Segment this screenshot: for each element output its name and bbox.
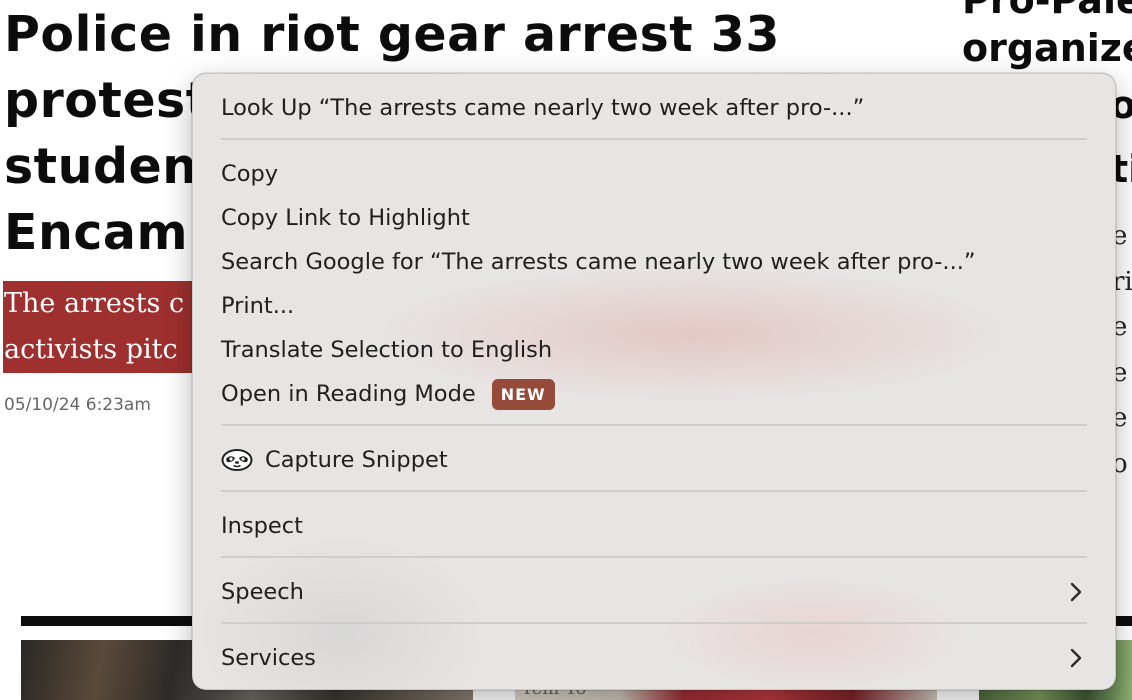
menu-item-copy-link-to-highlight[interactable]: Copy Link to Highlight bbox=[221, 201, 1087, 235]
menu-item-capture-snippet[interactable]: Capture Snippet bbox=[221, 443, 1087, 477]
menu-item-translate[interactable]: Translate Selection to English bbox=[221, 333, 1087, 367]
menu-item-label: Copy bbox=[221, 161, 279, 187]
menu-item-label: Inspect bbox=[221, 513, 303, 539]
menu-item-look-up[interactable]: Look Up “The arrests came nearly two wee… bbox=[221, 91, 1087, 125]
menu-item-print[interactable]: Print... bbox=[221, 289, 1087, 323]
article-timestamp: 05/10/24 6:23am bbox=[4, 395, 151, 415]
menu-item-label: Print... bbox=[221, 293, 295, 319]
menu-item-label: Open in Reading Mode bbox=[221, 381, 476, 407]
menu-item-label: Speech bbox=[221, 579, 304, 605]
menu-item-inspect[interactable]: Inspect bbox=[221, 509, 1087, 543]
side-headline-line-2: organize bbox=[962, 26, 1132, 70]
chevron-right-icon bbox=[1065, 647, 1087, 669]
menu-item-label: Translate Selection to English bbox=[221, 337, 553, 363]
menu-item-open-reading-mode[interactable]: Open in Reading Mode NEW bbox=[221, 377, 1087, 411]
menu-separator bbox=[221, 622, 1087, 624]
menu-item-label: Search Google for “The arrests came near… bbox=[221, 249, 976, 275]
menu-item-label: Capture Snippet bbox=[265, 447, 448, 473]
menu-item-label: Look Up “The arrests came nearly two wee… bbox=[221, 95, 865, 121]
menu-item-label: Copy Link to Highlight bbox=[221, 205, 470, 231]
chevron-right-icon bbox=[1065, 581, 1087, 603]
menu-separator bbox=[221, 490, 1087, 492]
menu-item-search-google[interactable]: Search Google for “The arrests came near… bbox=[221, 245, 1087, 279]
context-menu: Look Up “The arrests came nearly two wee… bbox=[192, 73, 1116, 690]
menu-item-services[interactable]: Services bbox=[221, 641, 1087, 675]
menu-item-copy[interactable]: Copy bbox=[221, 157, 1087, 191]
menu-separator bbox=[221, 556, 1087, 558]
side-headline-line-1: Pro-Pale bbox=[962, 0, 1132, 22]
sloth-face-icon bbox=[221, 448, 253, 472]
menu-item-label: Services bbox=[221, 645, 316, 671]
menu-separator bbox=[221, 424, 1087, 426]
side-article-headline[interactable]: Pro-Pale organize o ti bbox=[962, 0, 1132, 191]
browser-page: Police in riot gear arrest 33 proteste s… bbox=[0, 0, 1132, 700]
menu-item-speech[interactable]: Speech bbox=[221, 575, 1087, 609]
new-badge: NEW bbox=[491, 378, 555, 410]
headline-line-1: Police in riot gear arrest 33 bbox=[4, 6, 780, 63]
menu-separator bbox=[221, 138, 1087, 140]
